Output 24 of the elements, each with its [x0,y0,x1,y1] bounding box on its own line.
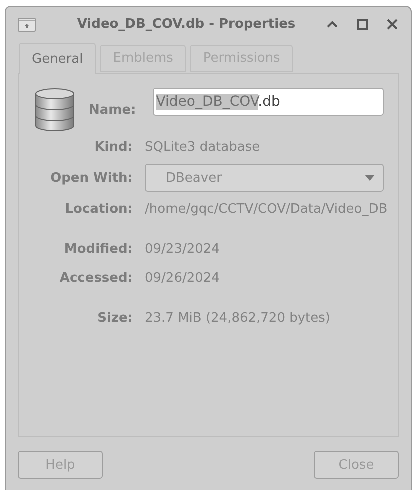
field-value: 09/26/2024 [145,270,220,286]
help-button[interactable]: Help [18,451,103,479]
close-button[interactable]: Close [314,451,399,479]
field-value: /home/gqc/CCTV/COV/Data/Video_DB [145,202,388,216]
field-label: Name: [89,103,136,118]
field-label: Open With: [50,170,133,186]
tab[interactable]: General [19,43,96,74]
collapse-icon[interactable] [326,21,338,28]
field-label: Location: [64,202,133,216]
field-label: Modified: [63,242,133,256]
database-icon [35,88,75,132]
close-icon[interactable] [386,19,398,30]
maximize-icon[interactable] [356,19,368,30]
field-value: 09/23/2024 [145,242,220,256]
name-field[interactable]: Video_DB_COV.db [153,88,384,116]
field-label: Accessed: [58,270,133,286]
window-title: Video_DB_COV.db - Properties [76,17,297,32]
open-with-dropdown[interactable]: DBeaver [145,164,384,192]
dropdown-arrow-icon [365,175,375,181]
field-value: 23.7 MiB (24,862,720 bytes) [145,310,330,326]
folder-icon [18,18,36,32]
field-label: Kind: [94,140,133,154]
field-label: Size: [96,310,133,326]
field-value: SQLite3 database [145,140,260,154]
